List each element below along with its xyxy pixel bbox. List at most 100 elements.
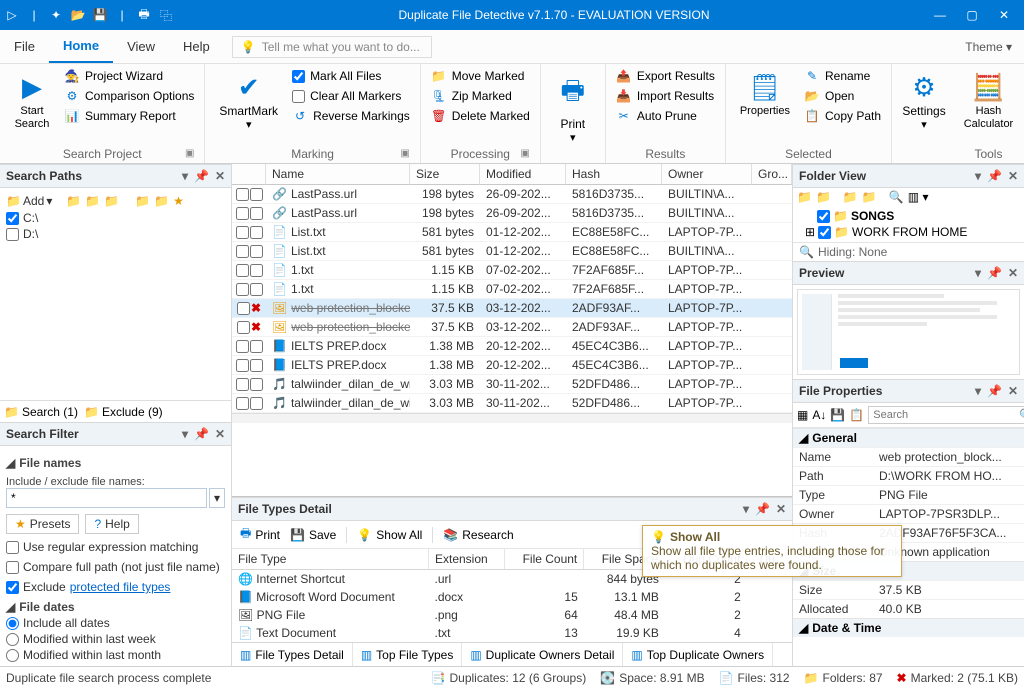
table-row[interactable]: 🎵talwiinder_dilan_de_wich_pro... 3.03 MB… [232, 375, 792, 394]
ftd-row[interactable]: 📘 Microsoft Word Document.docx1513.1 MB2 [232, 588, 792, 606]
properties-button[interactable]: 🗒Properties [734, 68, 796, 122]
fv-icon[interactable]: 🔍 [889, 190, 904, 204]
table-row[interactable]: 📘IELTS PREP.docx 1.38 MB 20-12-202...45E… [232, 337, 792, 356]
ftd-showall-button[interactable]: 💡Show All [357, 528, 422, 542]
table-row[interactable]: 🔗LastPass.url 198 bytes 26-09-202...5816… [232, 185, 792, 204]
qat-preview-icon[interactable]: ⿻ [158, 7, 174, 23]
ftd-tab[interactable]: ▥Duplicate Owners Detail [462, 643, 623, 666]
folder-toolbar-icon[interactable]: 📁 [85, 194, 100, 208]
tree-node-wfh[interactable]: ⊞📁WORK FROM HOME [799, 224, 1018, 240]
ftd-print-button[interactable]: 🖶Print [240, 524, 280, 545]
ftd-tab[interactable]: ▥Top Duplicate Owners [623, 643, 773, 666]
close-icon[interactable]: ✕ [1008, 384, 1018, 398]
drive-item[interactable]: C:\ [6, 210, 225, 226]
delete-marked-button[interactable]: 🗑Delete Marked [429, 108, 532, 124]
table-row[interactable]: 📄List.txt 581 bytes 01-12-202...EC88E58F… [232, 242, 792, 261]
fv-menu[interactable]: ▥ ▾ [908, 190, 929, 204]
close-icon[interactable]: ✕ [215, 169, 225, 183]
tell-me-search[interactable]: 💡 Tell me what you want to do... [232, 36, 432, 58]
pin-icon[interactable]: 📌 [987, 169, 1002, 183]
qat-print-icon[interactable]: 🖶 [136, 7, 152, 23]
qat-new-icon[interactable]: ✦ [48, 7, 64, 23]
move-marked-button[interactable]: 📁Move Marked [429, 68, 532, 84]
pin-icon[interactable]: 📌 [987, 266, 1002, 280]
fv-icon[interactable]: 📁 [843, 190, 858, 204]
grid-col-header[interactable]: Hash [566, 164, 662, 185]
help-button[interactable]: ?Help [85, 514, 138, 534]
print-button[interactable]: 🖶Print▾ [549, 68, 597, 148]
tab-help[interactable]: Help [169, 31, 224, 62]
filenames-section[interactable]: ◢ File names [6, 456, 225, 470]
regex-checkbox[interactable] [6, 541, 19, 554]
pattern-input[interactable] [6, 488, 207, 508]
prop-sort-icon[interactable]: A↓ [812, 408, 826, 422]
comparison-options-button[interactable]: ⚙Comparison Options [62, 88, 196, 104]
grid-col-header[interactable]: Owner [662, 164, 752, 185]
pin-icon[interactable]: 📌 [194, 427, 209, 441]
table-row[interactable]: 📄1.txt 1.15 KB 07-02-202...7F2AF685F...L… [232, 280, 792, 299]
grid-col-header[interactable]: Modified [480, 164, 566, 185]
grid-col-header[interactable]: Gro... [752, 164, 792, 185]
reverse-markings-button[interactable]: ↺Reverse Markings [290, 108, 412, 124]
prop-cat-icon[interactable]: ▦ [797, 408, 808, 422]
prop-cat-general[interactable]: ◢ General [793, 428, 1024, 447]
ftd-tab[interactable]: ▥Top File Types [353, 643, 463, 666]
search-icon[interactable]: 🔍 [1019, 408, 1024, 422]
drive-item[interactable]: D:\ [6, 226, 225, 242]
grid-col-header[interactable]: Name [266, 164, 410, 185]
ftd-col-header[interactable]: File Count [505, 549, 584, 570]
fv-icon[interactable]: 📁 [862, 190, 877, 204]
table-row[interactable]: 📄1.txt 1.15 KB 07-02-202...7F2AF685F...L… [232, 261, 792, 280]
hash-calculator-button[interactable]: 🧮Hash Calculator [954, 68, 1023, 134]
dropdown-icon[interactable]: ▾ [743, 502, 749, 516]
launcher-icon[interactable]: ▣ [520, 148, 529, 159]
ftd-col-header[interactable]: Extension [428, 549, 504, 570]
theme-button[interactable]: Theme ▾ [953, 40, 1024, 54]
fullpath-checkbox[interactable] [6, 561, 19, 574]
folder-toolbar-icon[interactable]: 📁 [66, 194, 81, 208]
ftd-tab[interactable]: ▥File Types Detail [232, 643, 353, 666]
dropdown-icon[interactable]: ▾ [975, 266, 981, 280]
exclude-tab[interactable]: 📁Exclude (9) [84, 405, 163, 419]
exclude-protected-checkbox[interactable] [6, 581, 19, 594]
horizontal-scrollbar[interactable] [232, 413, 792, 423]
search-tab[interactable]: 📁Search (1) [4, 405, 78, 419]
table-row[interactable]: 📄List.txt 581 bytes 01-12-202...EC88E58F… [232, 223, 792, 242]
presets-button[interactable]: ★Presets [6, 514, 79, 534]
launcher-icon[interactable]: ▣ [185, 148, 194, 159]
start-search-button[interactable]: ▶Start Search [8, 68, 56, 134]
close-icon[interactable]: ✕ [1008, 266, 1018, 280]
prop-copy-icon[interactable]: 📋 [849, 408, 864, 422]
summary-report-button[interactable]: 📊Summary Report [62, 108, 196, 124]
close-button[interactable]: ✕ [998, 8, 1010, 22]
close-icon[interactable]: ✕ [776, 502, 786, 516]
clear-all-markers-button[interactable]: Clear All Markers [290, 88, 412, 104]
smartmark-button[interactable]: ✔SmartMark▾ [213, 68, 284, 135]
auto-prune-button[interactable]: ✂Auto Prune [614, 108, 717, 124]
ftd-row[interactable]: 🖼 PNG File.png6448.4 MB2 [232, 606, 792, 624]
table-row[interactable]: ✖ 🖼web protection_blocked dom... 37.5 KB… [232, 318, 792, 337]
star-icon[interactable]: ★ [173, 194, 184, 208]
prop-search[interactable]: 🔍 [868, 406, 1024, 424]
month-radio[interactable] [6, 649, 19, 662]
qat-save-icon[interactable]: 💾 [92, 7, 108, 23]
add-path-button[interactable]: 📁Add ▾ [6, 194, 52, 208]
launcher-icon[interactable]: ▣ [400, 148, 409, 159]
zip-marked-button[interactable]: 🗜Zip Marked [429, 88, 532, 104]
close-icon[interactable]: ✕ [1008, 169, 1018, 183]
pin-icon[interactable]: 📌 [194, 169, 209, 183]
table-row[interactable]: ✖ 🖼web protection_blocked dom... 37.5 KB… [232, 299, 792, 318]
minimize-button[interactable]: — [934, 8, 946, 22]
tab-home[interactable]: Home [49, 30, 113, 63]
copy-path-button[interactable]: 📋Copy Path [802, 108, 883, 124]
mark-all-check[interactable] [292, 70, 305, 83]
table-row[interactable]: 📘IELTS PREP.docx 1.38 MB 20-12-202...45E… [232, 356, 792, 375]
project-wizard-button[interactable]: 🧙Project Wizard [62, 68, 196, 84]
protected-filetypes-link[interactable]: protected file types [70, 580, 171, 594]
qat-play-icon[interactable]: ▷ [4, 7, 20, 23]
dropdown-icon[interactable]: ▾ [975, 384, 981, 398]
grid-col-header[interactable]: Size [410, 164, 480, 185]
ftd-col-header[interactable]: File Type [232, 549, 428, 570]
prop-save-icon[interactable]: 💾 [830, 408, 845, 422]
all-dates-radio[interactable] [6, 617, 19, 630]
